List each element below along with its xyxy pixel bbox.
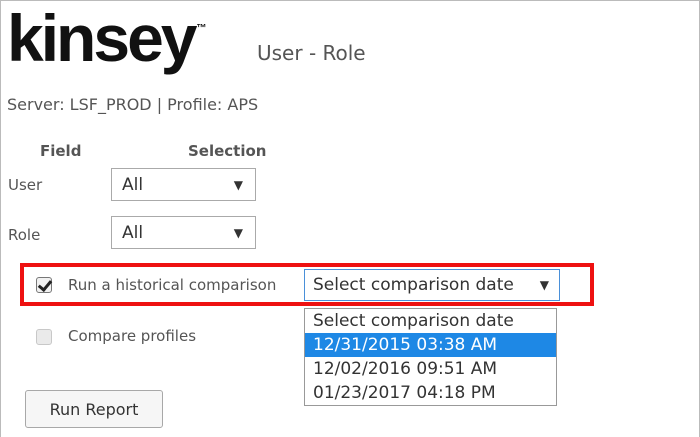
dropdown-option-highlighted[interactable]: 12/31/2015 03:38 AM (305, 333, 556, 357)
report-page: kinsey ™ User - Role Server: LSF_PROD | … (0, 0, 700, 437)
dropdown-option[interactable]: Select comparison date (305, 309, 556, 333)
role-select[interactable]: All ▼ (111, 216, 256, 249)
page-title: User - Role (257, 41, 366, 65)
compare-profiles-label[interactable]: Compare profiles (68, 327, 196, 345)
kinsey-logo: kinsey ™ (7, 3, 206, 73)
logo-trademark: ™ (196, 23, 207, 34)
user-select-value: All (122, 174, 144, 195)
selection-column-header: Selection (188, 142, 267, 160)
comparison-date-select-value: Select comparison date (313, 275, 514, 295)
user-field-label: User (8, 176, 43, 194)
dropdown-option[interactable]: 12/02/2016 09:51 AM (305, 357, 556, 381)
server-profile-info: Server: LSF_PROD | Profile: APS (7, 95, 259, 114)
user-select[interactable]: All ▼ (111, 168, 256, 201)
chevron-down-icon: ▼ (233, 177, 243, 192)
role-field-label: Role (8, 226, 41, 244)
comparison-date-select[interactable]: Select comparison date ▼ (304, 269, 560, 301)
run-report-button[interactable]: Run Report (25, 390, 163, 428)
historical-comparison-label[interactable]: Run a historical comparison (68, 276, 276, 294)
chevron-down-icon: ▼ (233, 225, 243, 240)
role-select-value: All (122, 222, 144, 243)
dropdown-option[interactable]: 01/23/2017 04:18 PM (305, 381, 556, 405)
comparison-date-dropdown-list: Select comparison date 12/31/2015 03:38 … (304, 308, 557, 406)
historical-comparison-checkbox[interactable] (36, 277, 52, 293)
chevron-down-icon: ▼ (539, 278, 549, 292)
compare-profiles-checkbox[interactable] (36, 329, 52, 345)
logo-text: kinsey (7, 1, 197, 75)
field-column-header: Field (40, 142, 82, 160)
